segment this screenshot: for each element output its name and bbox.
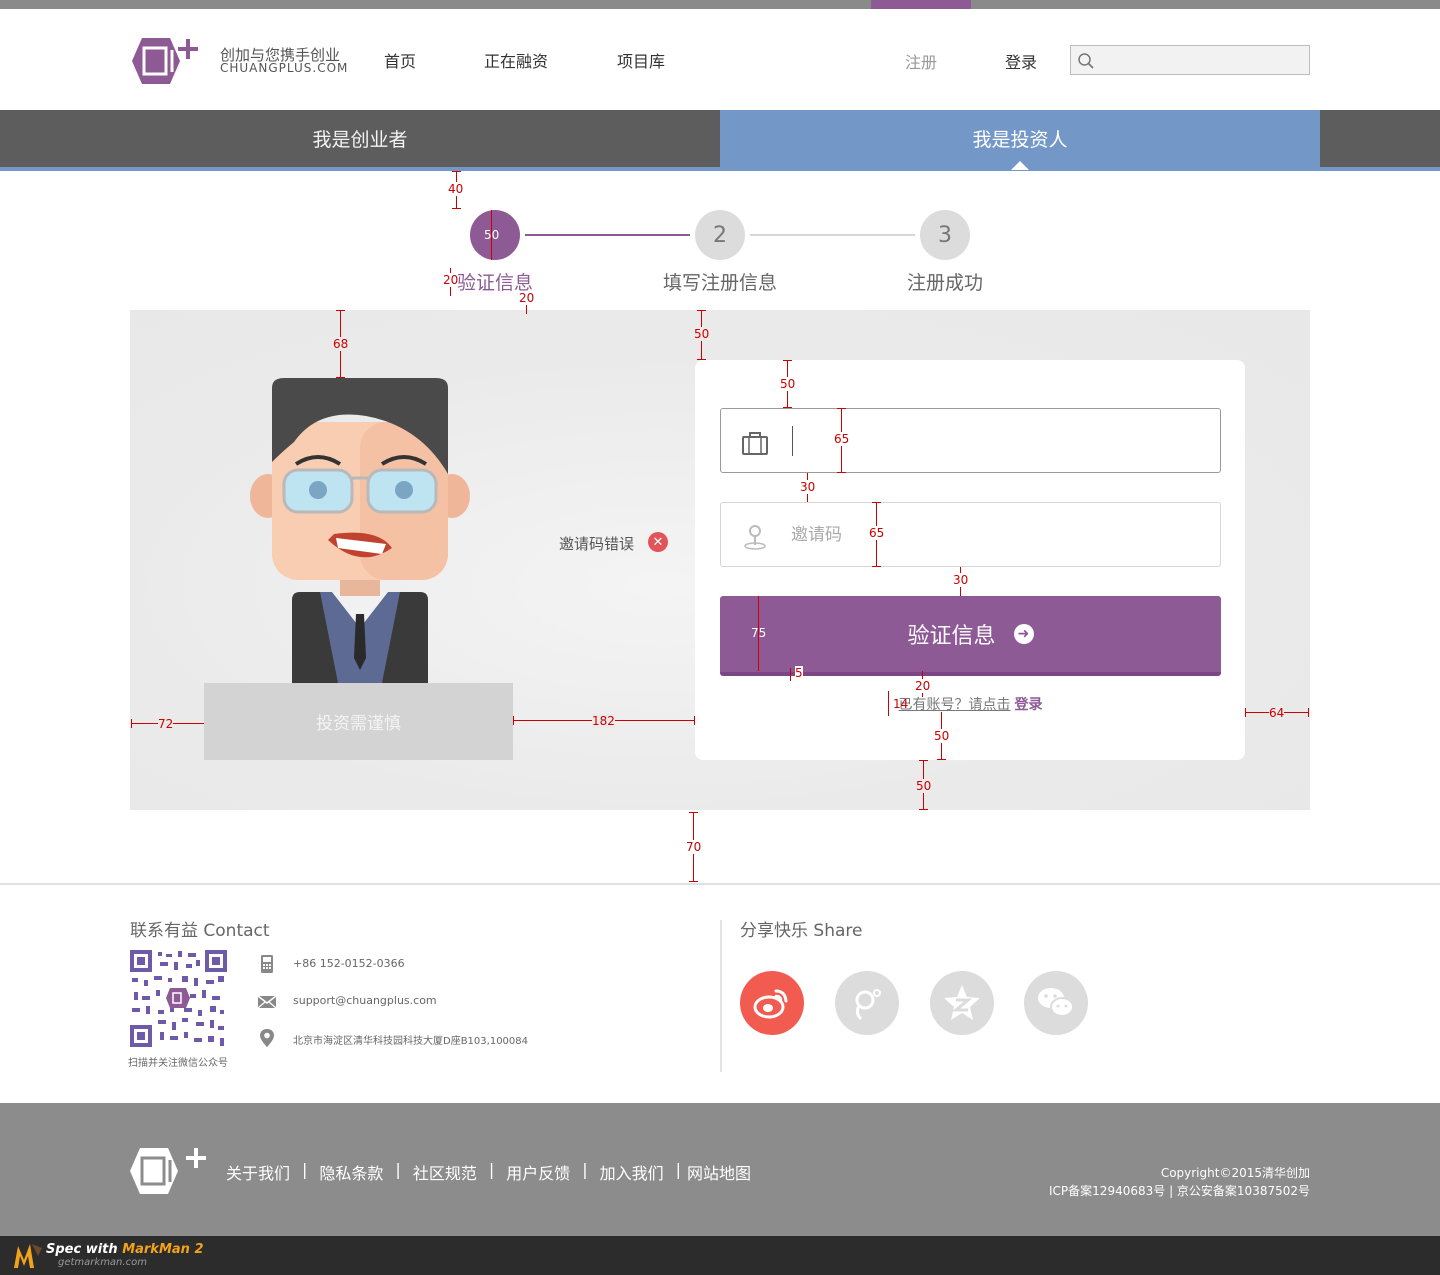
- footer-link-feedback[interactable]: 用户反馈: [506, 1160, 570, 1184]
- register-link[interactable]: 注册: [905, 49, 937, 73]
- have-account-text: 已有账号？请点击: [898, 697, 1011, 713]
- step-3-circle: 3: [920, 210, 970, 260]
- location-pin-icon: [744, 525, 766, 550]
- qr-caption: 扫描并关注微信公众号: [128, 1058, 228, 1069]
- link-separator: |: [582, 1160, 588, 1179]
- footer-divider-line: [0, 883, 1440, 885]
- spec-mark: 182: [592, 714, 615, 728]
- contact-phone: +86 152-0152-0366: [293, 957, 405, 970]
- spec-mark: 65: [834, 432, 850, 446]
- spec-mark: 20: [443, 273, 459, 287]
- spec-mark: 40: [448, 182, 464, 196]
- spec-mark: 68: [333, 337, 349, 351]
- qzone-icon[interactable]: [930, 971, 994, 1035]
- contact-title: 联系有益 Contact: [130, 921, 270, 941]
- login-link[interactable]: 登录: [1005, 49, 1037, 73]
- mobile-phone-icon: [261, 955, 273, 973]
- contact-address: 北京市海淀区清华科技园科技大厦D座B103,100084: [293, 1036, 528, 1047]
- arrow-right-circle-icon: ➜: [1013, 624, 1034, 644]
- footer-link-community[interactable]: 社区规范: [413, 1160, 477, 1184]
- footer-link-about[interactable]: 关于我们: [226, 1160, 290, 1184]
- spec-mark: 50: [694, 327, 710, 341]
- envelope-icon: [257, 995, 277, 1009]
- spec-mark: 50: [916, 779, 932, 793]
- nav-projects[interactable]: 项目库: [617, 48, 665, 72]
- tencent-weibo-icon[interactable]: [835, 971, 899, 1035]
- step-2-circle: 2: [695, 210, 745, 260]
- copyright-line-1: Copyright©2015清华创加: [1160, 1166, 1310, 1180]
- error-message: 邀请码错误: [559, 535, 635, 553]
- link-separator: |: [395, 1160, 401, 1179]
- link-separator: |: [675, 1160, 682, 1179]
- spec-mark: 14: [893, 697, 909, 711]
- spec-mark: 72: [158, 717, 174, 731]
- login-link-bottom[interactable]: 登录: [1015, 697, 1043, 713]
- footer-link-join[interactable]: 加入我们: [600, 1160, 664, 1184]
- invite-code-input[interactable]: [791, 515, 1201, 555]
- spec-mark: 30: [800, 480, 816, 494]
- tab-founder[interactable]: 我是创业者: [0, 110, 720, 167]
- nav-fundraising[interactable]: 正在融资: [484, 48, 548, 72]
- spec-mark: 65: [869, 526, 885, 540]
- wechat-qr-code: [130, 950, 227, 1047]
- caution-banner: 投资需谨慎: [204, 683, 513, 760]
- contact-email[interactable]: support@chuangplus.com: [293, 994, 437, 1007]
- spec-mark: 50: [934, 729, 950, 743]
- spec-mark: 30: [953, 573, 969, 587]
- step-2-number: 2: [713, 222, 727, 248]
- footer-column-divider: [720, 920, 722, 1072]
- spec-mark: 64: [1269, 706, 1285, 720]
- copyright-line-2: ICP备案12940683号 | 京公安备案10387502号: [1049, 1184, 1310, 1198]
- step-3-label: 注册成功: [906, 272, 983, 294]
- footer-link-privacy[interactable]: 隐私条款: [319, 1160, 383, 1184]
- spec-mark: 20: [915, 679, 931, 693]
- spec-mark: 20: [519, 291, 535, 305]
- chuangplus-logo[interactable]: [130, 34, 220, 88]
- close-circle-icon[interactable]: ✕: [648, 532, 668, 552]
- weibo-icon[interactable]: [740, 971, 804, 1035]
- briefcase-icon: [742, 432, 768, 455]
- step-connector-2: [750, 234, 915, 236]
- spec-mark: 75: [751, 626, 767, 640]
- top-stripe: [0, 0, 1440, 9]
- footer-link-sitemap[interactable]: 网站地图: [687, 1160, 751, 1184]
- spec-mark: 50: [484, 228, 500, 242]
- phone-input[interactable]: [791, 421, 1201, 461]
- active-tab-pointer: [1011, 161, 1029, 170]
- markman-url: getmarkman.com: [58, 1257, 147, 1268]
- footer-links: 关于我们 | 隐私条款 | 社区规范 | 用户反馈 | 加入我们 | 网站地图: [226, 1160, 751, 1184]
- footer-logo[interactable]: [128, 1146, 212, 1196]
- role-tabs-underline: [0, 167, 1440, 171]
- spec-mark: 70: [686, 840, 702, 854]
- verify-button-label: 验证信息: [907, 624, 996, 649]
- verify-button[interactable]: 验证信息 ➜: [720, 596, 1221, 676]
- markman-title-brand: MarkMan 2: [122, 1242, 204, 1257]
- markman-bar: [0, 1236, 1440, 1275]
- location-icon: [260, 1029, 274, 1047]
- markman-title: Spec with MarkMan 2: [46, 1242, 204, 1257]
- share-title: 分享快乐 Share: [740, 921, 863, 941]
- invite-code-field[interactable]: [720, 502, 1221, 567]
- search-box[interactable]: [1070, 45, 1310, 75]
- top-stripe-accent: [871, 0, 971, 9]
- step-2-label: 填写注册信息: [662, 272, 777, 294]
- link-separator: |: [488, 1160, 495, 1179]
- search-input[interactable]: [1099, 46, 1304, 74]
- wechat-icon[interactable]: [1024, 971, 1088, 1035]
- markman-logo-icon: [12, 1240, 44, 1270]
- spec-mark: 5: [795, 666, 803, 680]
- step-connector-1: [525, 234, 690, 236]
- link-separator: |: [302, 1160, 308, 1179]
- markman-title-prefix: Spec with: [46, 1242, 123, 1257]
- logo-domain: CHUANGPLUS.COM: [220, 61, 349, 75]
- investor-avatar-illustration: [240, 378, 480, 683]
- phone-field[interactable]: [720, 408, 1221, 473]
- copyright: Copyright©2015清华创加 ICP备案12940683号 | 京公安备…: [1010, 1164, 1310, 1200]
- search-icon[interactable]: [1077, 52, 1095, 70]
- spec-mark: 50: [780, 377, 796, 391]
- step-3-number: 3: [938, 222, 952, 248]
- tab-investor[interactable]: 我是投资人: [720, 110, 1320, 167]
- have-account-row: 已有账号？请点击 登录: [720, 694, 1221, 714]
- nav-home[interactable]: 首页: [384, 48, 416, 72]
